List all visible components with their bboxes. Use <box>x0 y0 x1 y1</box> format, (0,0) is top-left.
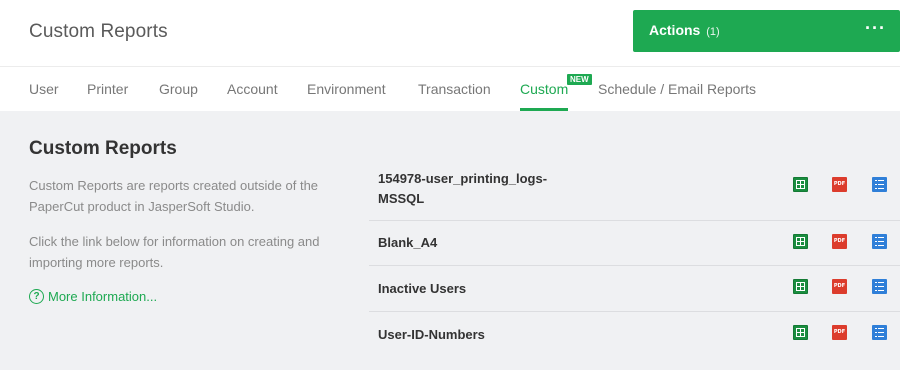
tab-transaction[interactable]: Transaction <box>418 81 491 97</box>
report-name[interactable]: 154978-user_printing_logs-MSSQL <box>378 169 578 209</box>
help-circle-icon: ? <box>29 289 44 304</box>
report-row: User-ID-Numbers PDF <box>369 312 900 358</box>
report-name[interactable]: User-ID-Numbers <box>378 325 578 345</box>
more-options-icon[interactable]: ··· <box>865 18 886 39</box>
excel-icon[interactable] <box>793 177 808 192</box>
excel-icon[interactable] <box>793 279 808 294</box>
excel-icon[interactable] <box>793 234 808 249</box>
report-name[interactable]: Inactive Users <box>378 279 578 299</box>
section-title: Custom Reports <box>29 138 177 159</box>
report-list: 154978-user_printing_logs-MSSQL PDF Blan… <box>369 163 900 358</box>
tab-custom[interactable]: Custom <box>520 81 568 97</box>
csv-icon[interactable] <box>872 177 887 192</box>
description-help-text: Click the link below for information on … <box>29 234 320 270</box>
description-text: Custom Reports are reports created outsi… <box>29 178 319 214</box>
excel-icon[interactable] <box>793 325 808 340</box>
report-name[interactable]: Blank_A4 <box>378 233 578 253</box>
tab-group[interactable]: Group <box>159 81 198 97</box>
report-row: Blank_A4 PDF <box>369 221 900 266</box>
tab-environment[interactable]: Environment <box>307 81 386 97</box>
new-badge: NEW <box>567 74 592 85</box>
tab-user[interactable]: User <box>29 81 59 97</box>
pdf-icon[interactable]: PDF <box>832 177 847 192</box>
report-row: Inactive Users PDF <box>369 266 900 312</box>
pdf-icon[interactable]: PDF <box>832 279 847 294</box>
tab-printer[interactable]: Printer <box>87 81 128 97</box>
csv-icon[interactable] <box>872 325 887 340</box>
actions-label: Actions <box>649 22 701 38</box>
actions-count: (1) <box>706 26 720 38</box>
actions-button[interactable]: Actions (1) ··· <box>633 10 900 52</box>
tab-account[interactable]: Account <box>227 81 278 97</box>
more-information-label: More Information... <box>48 289 158 304</box>
csv-icon[interactable] <box>872 234 887 249</box>
csv-icon[interactable] <box>872 279 887 294</box>
tab-schedule-email-reports[interactable]: Schedule / Email Reports <box>598 81 756 97</box>
report-tabs: User Printer Group Account Environment T… <box>0 66 900 111</box>
report-row: 154978-user_printing_logs-MSSQL PDF <box>369 163 900 221</box>
pdf-icon[interactable]: PDF <box>832 234 847 249</box>
more-information-link[interactable]: ? More Information... <box>29 289 157 304</box>
page-header: Custom Reports Actions (1) ··· <box>0 0 900 66</box>
pdf-icon[interactable]: PDF <box>832 325 847 340</box>
custom-reports-panel: Custom Reports Custom Reports are report… <box>0 111 900 370</box>
page-title: Custom Reports <box>29 21 168 42</box>
